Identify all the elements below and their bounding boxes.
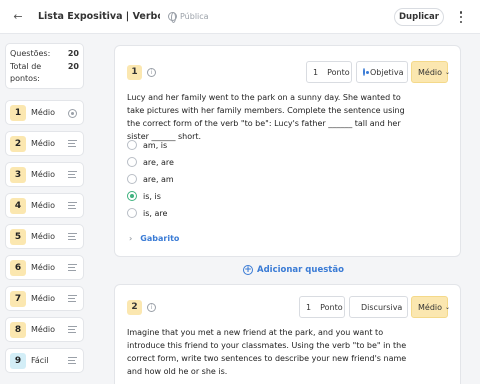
question-card-1: 1 i 1 Ponto Objetiva Médio ⌄ Lucy and he… — [114, 45, 461, 257]
add-question-button[interactable]: + Adicionar questão — [243, 265, 344, 275]
questions-count: 20 — [67, 49, 79, 58]
difficulty-select[interactable]: Médio ⌄ — [411, 61, 451, 83]
radio-button[interactable] — [127, 157, 137, 167]
globe-icon — [168, 12, 177, 23]
info-icon[interactable]: i — [147, 303, 156, 312]
difficulty-select[interactable]: Médio ⌄ — [411, 296, 451, 318]
question-number-badge: 9 — [10, 353, 26, 369]
sidebar-question-item[interactable]: 9 Fácil — [5, 348, 84, 373]
radio-button-selected[interactable] — [127, 191, 137, 201]
difficulty-label: Médio — [31, 139, 56, 148]
lines-icon — [68, 202, 77, 210]
question-number-badge: 7 — [10, 291, 26, 307]
points-field[interactable]: 1 Ponto — [299, 296, 345, 318]
points-unit: Ponto — [327, 67, 350, 77]
question-number-badge: 8 — [10, 322, 26, 338]
sidebar-question-item[interactable]: 1 Médio — [5, 100, 84, 125]
chevron-right-icon: › — [129, 234, 133, 243]
sidebar-question-item[interactable]: 5 Médio — [5, 224, 84, 249]
chevron-down-icon: ⌄ — [445, 68, 451, 76]
answer-key-toggle[interactable]: › Gabarito — [129, 234, 179, 243]
difficulty-label: Médio — [31, 263, 56, 272]
lines-icon — [68, 357, 77, 365]
back-arrow-icon[interactable]: ← — [12, 11, 24, 23]
question-type-select[interactable]: Objetiva — [356, 61, 408, 83]
question-type-select[interactable]: Discursiva — [349, 296, 408, 318]
sidebar-question-item[interactable]: 2 Médio — [5, 131, 84, 156]
radio-button[interactable] — [127, 208, 137, 218]
question-number-badge: 4 — [10, 198, 26, 214]
question-number-badge: 3 — [10, 167, 26, 183]
points-total: 20 — [67, 62, 79, 71]
option-label: am, is — [143, 140, 168, 150]
option-5[interactable]: is, are — [127, 208, 167, 218]
questions-label: Questões: — [10, 49, 51, 58]
radio-button[interactable] — [127, 174, 137, 184]
difficulty-label: Médio — [31, 325, 56, 334]
chevron-down-icon: ⌄ — [445, 303, 451, 311]
visibility-label: Pública — [180, 12, 209, 21]
difficulty-label: Médio — [418, 302, 443, 312]
add-question-label: Adicionar questão — [257, 265, 344, 275]
visibility-status: Pública — [168, 12, 209, 23]
question-number-badge: 2 — [10, 136, 26, 152]
option-3[interactable]: are, am — [127, 174, 174, 184]
points-field[interactable]: 1 Ponto — [306, 61, 352, 83]
answer-key-label: Gabarito — [140, 234, 180, 243]
question-text: Imagine that you met a new friend at the… — [127, 328, 407, 376]
duplicate-button[interactable]: Duplicar — [394, 8, 444, 26]
question-number: 1 — [127, 65, 142, 80]
points-value: 1 — [313, 67, 319, 77]
question-type-label: Objetiva — [370, 67, 404, 77]
info-icon[interactable]: i — [147, 68, 156, 77]
question-text: Lucy and her family went to the park on … — [127, 93, 405, 141]
sidebar-question-item[interactable]: 7 Médio — [5, 286, 84, 311]
difficulty-label: Médio — [31, 108, 56, 117]
question-nav-list: 1 Médio 2 Médio 3 Médio 4 Médio 5 Médio 6 Médio 7 Méd… — [5, 100, 84, 379]
plus-circle-icon: + — [243, 265, 253, 275]
question-card-2: 2 i 1 Ponto Discursiva Médio ⌄ Imagine t… — [114, 284, 461, 384]
points-value: 1 — [306, 302, 312, 312]
option-label: is, is — [143, 191, 161, 201]
question-number: 2 — [127, 300, 142, 315]
option-4-correct[interactable]: is, is — [127, 191, 161, 201]
page-title: Lista Expositiva | Verbos: In... — [38, 11, 160, 22]
lines-icon — [68, 171, 77, 179]
points-unit: Ponto — [320, 302, 343, 312]
option-1[interactable]: am, is — [127, 140, 167, 150]
lines-icon — [68, 264, 77, 272]
difficulty-label: Médio — [418, 67, 443, 77]
lines-icon — [68, 326, 77, 334]
points-label: Total de pontos: — [10, 62, 42, 83]
question-number-badge: 6 — [10, 260, 26, 276]
option-2[interactable]: are, are — [127, 157, 174, 167]
top-bar: ← Lista Expositiva | Verbos: In... Públi… — [0, 0, 480, 34]
difficulty-label: Fácil — [31, 356, 49, 365]
stats-panel: Questões: 20 Total de pontos: 20 — [5, 43, 84, 89]
question-number-badge: 1 — [10, 105, 26, 121]
difficulty-label: Médio — [31, 201, 56, 210]
difficulty-label: Médio — [31, 232, 56, 241]
sidebar-question-item[interactable]: 6 Médio — [5, 255, 84, 280]
radio-type-icon — [363, 68, 369, 76]
sidebar-question-item[interactable]: 8 Médio — [5, 317, 84, 342]
lines-icon — [68, 295, 77, 303]
lines-icon — [68, 140, 77, 148]
option-label: is, are — [143, 208, 168, 218]
sidebar-question-item[interactable]: 4 Médio — [5, 193, 84, 218]
radio-icon — [68, 109, 77, 118]
radio-button[interactable] — [127, 140, 137, 150]
difficulty-label: Médio — [31, 294, 56, 303]
question-number-badge: 5 — [10, 229, 26, 245]
option-label: are, am — [143, 174, 174, 184]
difficulty-label: Médio — [31, 170, 56, 179]
option-label: are, are — [143, 157, 174, 167]
lines-icon — [68, 233, 77, 241]
question-type-label: Discursiva — [361, 302, 403, 312]
more-options-icon[interactable] — [456, 10, 466, 24]
sidebar-question-item[interactable]: 3 Médio — [5, 162, 84, 187]
